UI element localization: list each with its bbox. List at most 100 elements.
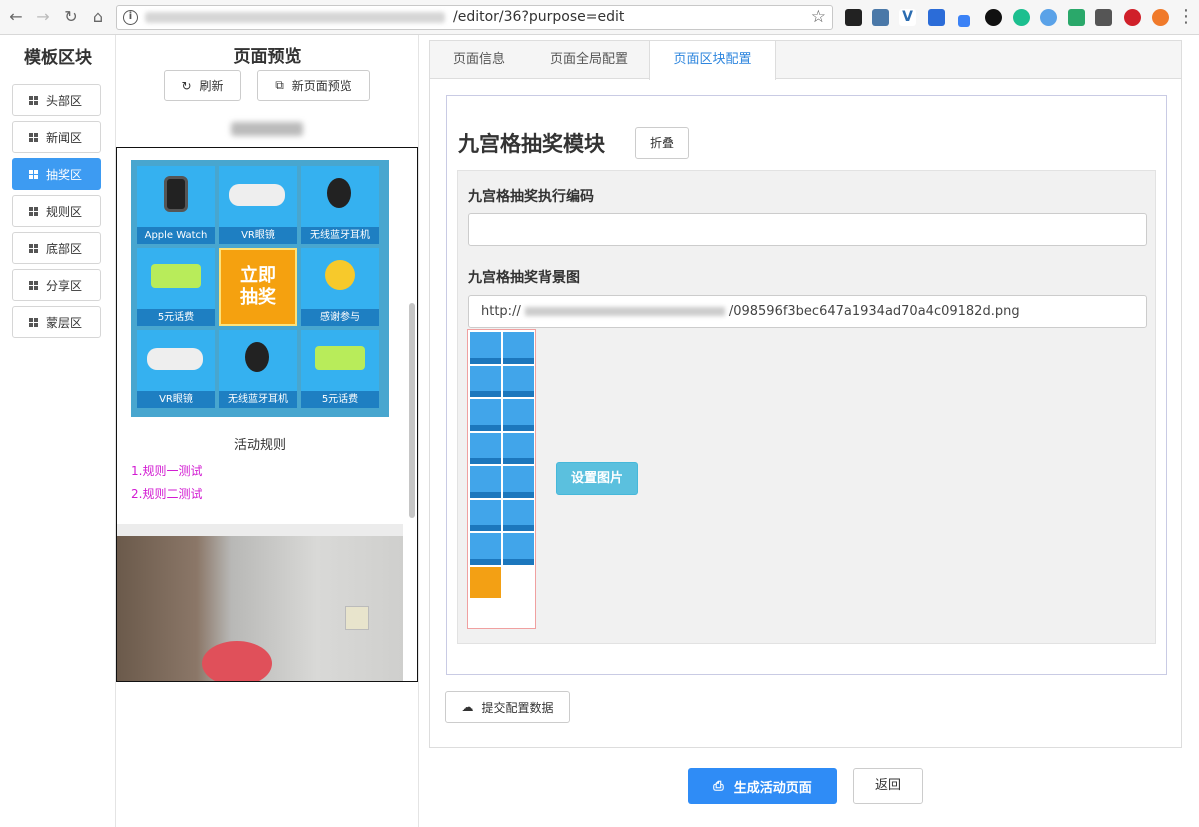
block-label: 抽奖区	[46, 167, 83, 182]
block-label: 规则区	[46, 204, 83, 219]
module-form: 九宫格抽奖执行编码 九宫格抽奖背景图 http:// /098596f3bec64…	[457, 170, 1156, 644]
watch-icon	[164, 176, 188, 212]
lottery-cell: 感谢参与	[301, 248, 379, 326]
tab-page-info[interactable]: 页面信息	[430, 41, 528, 79]
bookmark-star-icon[interactable]: ☆	[811, 7, 826, 27]
cloud-upload-icon: ☁	[461, 700, 474, 714]
grid-icon	[29, 280, 38, 290]
cell-label: 感谢参与	[301, 309, 379, 326]
draw-now-line2: 抽奖	[240, 287, 276, 308]
rules-title: 活动规则	[233, 438, 286, 453]
info-icon[interactable]: i	[123, 10, 138, 25]
circle-extension-icon[interactable]	[985, 9, 1002, 26]
wall-socket-shape	[345, 606, 369, 630]
new-page-preview-button[interactable]: ⧉ 新页面预览	[257, 70, 370, 101]
config-tabs: 页面信息 页面全局配置 页面区块配置	[430, 41, 1181, 80]
fold-button[interactable]: 折叠	[635, 127, 689, 159]
address-bar[interactable]: i /editor/36?purpose=edit ☆	[116, 5, 833, 30]
generate-label: 生成活动页面	[733, 780, 812, 796]
bg-url-input[interactable]: http:// /098596f3bec647a1934ad70a4c09182d…	[468, 295, 1147, 328]
earphone-icon	[327, 178, 351, 208]
picker-extension-icon[interactable]	[958, 15, 970, 27]
template-blocks-title: 模板区块	[24, 48, 92, 68]
preview-photo	[117, 536, 403, 681]
set-image-button[interactable]: 设置图片	[556, 462, 638, 495]
refresh-icon: ↻	[181, 78, 192, 93]
qr-extension-icon[interactable]	[845, 9, 862, 26]
reload-icon[interactable]: ↻	[61, 7, 81, 27]
block-label: 分享区	[46, 278, 83, 293]
code-label: 九宫格抽奖执行编码	[468, 189, 594, 205]
block-label: 底部区	[46, 241, 83, 256]
generate-page-button[interactable]: ⎙ 生成活动页面	[688, 768, 837, 804]
phone-credit-icon	[315, 346, 365, 370]
cell-label: 5元话费	[301, 391, 379, 408]
block-share-button[interactable]: 分享区	[12, 269, 101, 301]
block-mask-button[interactable]: 蒙层区	[12, 306, 101, 338]
bg-url-suffix: /098596f3bec647a1934ad70a4c09182d.png	[728, 304, 1020, 319]
v-circle-extension-icon[interactable]	[1040, 9, 1057, 26]
v-extension-icon[interactable]: V	[899, 9, 916, 26]
vue-extension-icon[interactable]	[1068, 9, 1085, 26]
lottery-cell: Apple Watch	[137, 166, 215, 244]
bg-url-prefix: http://	[481, 304, 521, 319]
submit-config-button[interactable]: ☁ 提交配置数据	[445, 691, 570, 723]
forward-arrow-icon[interactable]: →	[33, 7, 53, 27]
check-extension-icon[interactable]	[1124, 9, 1141, 26]
module-title: 九宫格抽奖模块	[458, 132, 605, 156]
refresh-button[interactable]: ↻ 刷新	[164, 70, 241, 101]
section-divider	[117, 524, 403, 536]
bg-image-thumbnail	[467, 329, 536, 629]
cell-label: Apple Watch	[137, 227, 215, 244]
vr-headset-icon	[147, 348, 203, 370]
config-panel: 页面信息 页面全局配置 页面区块配置 九宫格抽奖模块 折叠 九宫格抽奖执行编码 …	[429, 40, 1182, 748]
block-label: 头部区	[46, 93, 83, 108]
lottery-cell: 5元话费	[301, 330, 379, 408]
menu-dots-icon[interactable]: ⋮	[1176, 7, 1196, 27]
block-header-button[interactable]: 头部区	[12, 84, 101, 116]
submit-label: 提交配置数据	[481, 700, 554, 715]
refresh-label: 刷新	[199, 79, 224, 93]
draw-now-line1: 立即	[240, 265, 276, 286]
grid-icon	[29, 169, 38, 179]
phone-preview-frame[interactable]: Apple Watch VR眼镜 无线蓝牙耳机 5元话费 立即 抽奖 感谢参与 V…	[116, 147, 418, 682]
code-input[interactable]	[468, 213, 1147, 246]
crying-face-icon	[325, 260, 355, 290]
block-news-button[interactable]: 新闻区	[12, 121, 101, 153]
earphone-icon	[245, 342, 269, 372]
draw-now-button[interactable]: 立即 抽奖	[219, 248, 297, 326]
cell-label: 无线蓝牙耳机	[301, 227, 379, 244]
url-text: /editor/36?purpose=edit	[453, 9, 625, 25]
w-extension-icon[interactable]	[928, 9, 945, 26]
grid-icon	[29, 132, 38, 142]
phone-credit-icon	[151, 264, 201, 288]
back-button[interactable]: 返回	[853, 768, 923, 804]
back-arrow-icon[interactable]: ←	[6, 7, 26, 27]
block-footer-button[interactable]: 底部区	[12, 232, 101, 264]
tab-global-config[interactable]: 页面全局配置	[530, 41, 648, 79]
m-extension-icon[interactable]	[1013, 9, 1030, 26]
tab-block-config[interactable]: 页面区块配置	[649, 41, 776, 80]
lottery-module-panel: 九宫格抽奖模块 折叠 九宫格抽奖执行编码 九宫格抽奖背景图 http:// /09…	[446, 95, 1167, 675]
grid-icon	[29, 243, 38, 253]
lottery-cell: 无线蓝牙耳机	[219, 330, 297, 408]
block-rules-button[interactable]: 规则区	[12, 195, 101, 227]
rule-item: 1.规则一测试	[131, 464, 203, 478]
lottery-grid: Apple Watch VR眼镜 无线蓝牙耳机 5元话费 立即 抽奖 感谢参与 V…	[131, 160, 389, 417]
cell-label: VR眼镜	[219, 227, 297, 244]
vr-headset-icon	[229, 184, 285, 206]
lottery-cell: VR眼镜	[219, 166, 297, 244]
close-extension-icon[interactable]	[1152, 9, 1169, 26]
flower-shape	[202, 641, 272, 681]
bg-label: 九宫格抽奖背景图	[468, 270, 580, 286]
cell-label: VR眼镜	[137, 391, 215, 408]
grid-icon	[29, 317, 38, 327]
star-extension-icon[interactable]	[872, 9, 889, 26]
home-icon[interactable]: ⌂	[88, 7, 108, 27]
rule-item: 2.规则二测试	[131, 487, 203, 501]
block-lottery-button[interactable]: 抽奖区	[12, 158, 101, 190]
lottery-cell: VR眼镜	[137, 330, 215, 408]
external-link-icon: ⧉	[275, 78, 284, 92]
preview-scrollbar[interactable]	[409, 303, 415, 518]
lang-extension-icon[interactable]	[1095, 9, 1112, 26]
